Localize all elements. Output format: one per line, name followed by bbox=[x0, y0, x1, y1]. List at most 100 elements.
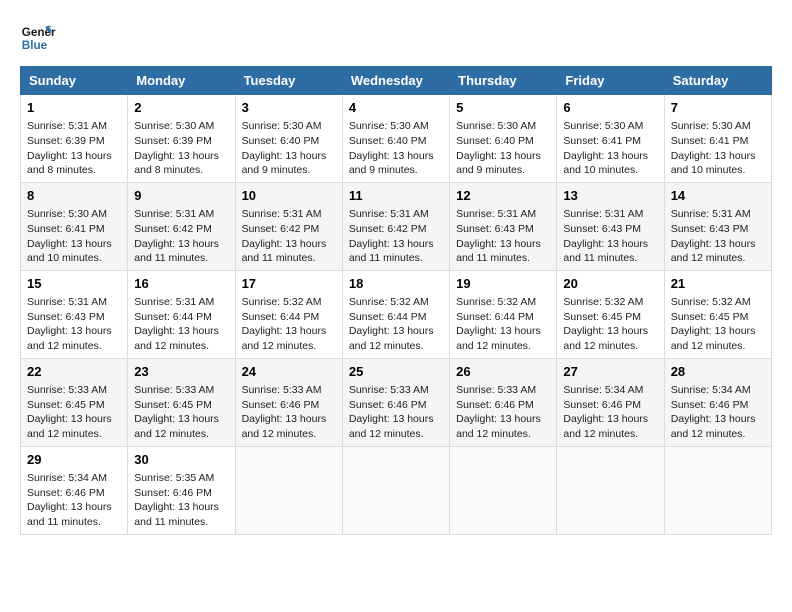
cell-info: Sunset: 6:46 PM bbox=[242, 398, 336, 413]
calendar-cell: 23Sunrise: 5:33 AMSunset: 6:45 PMDayligh… bbox=[128, 358, 235, 446]
calendar-cell: 6Sunrise: 5:30 AMSunset: 6:41 PMDaylight… bbox=[557, 95, 664, 183]
cell-info: Sunset: 6:45 PM bbox=[27, 398, 121, 413]
calendar-cell: 12Sunrise: 5:31 AMSunset: 6:43 PMDayligh… bbox=[450, 182, 557, 270]
cell-info: Sunrise: 5:30 AM bbox=[671, 119, 765, 134]
header-thursday: Thursday bbox=[450, 67, 557, 95]
cell-info: Sunrise: 5:31 AM bbox=[27, 295, 121, 310]
calendar-cell bbox=[664, 446, 771, 534]
cell-info: Sunrise: 5:33 AM bbox=[27, 383, 121, 398]
day-number: 5 bbox=[456, 99, 550, 117]
cell-info: Sunrise: 5:34 AM bbox=[671, 383, 765, 398]
calendar-cell: 5Sunrise: 5:30 AMSunset: 6:40 PMDaylight… bbox=[450, 95, 557, 183]
cell-info: and 10 minutes. bbox=[671, 163, 765, 178]
cell-info: and 12 minutes. bbox=[671, 251, 765, 266]
calendar-cell: 15Sunrise: 5:31 AMSunset: 6:43 PMDayligh… bbox=[21, 270, 128, 358]
cell-info: Sunrise: 5:33 AM bbox=[456, 383, 550, 398]
calendar-cell: 13Sunrise: 5:31 AMSunset: 6:43 PMDayligh… bbox=[557, 182, 664, 270]
cell-info: Sunset: 6:43 PM bbox=[563, 222, 657, 237]
cell-info: Sunset: 6:43 PM bbox=[671, 222, 765, 237]
cell-info: Sunset: 6:46 PM bbox=[27, 486, 121, 501]
cell-info: Sunset: 6:42 PM bbox=[134, 222, 228, 237]
cell-info: and 12 minutes. bbox=[242, 427, 336, 442]
cell-info: Daylight: 13 hours bbox=[134, 500, 228, 515]
cell-info: Daylight: 13 hours bbox=[27, 412, 121, 427]
day-number: 6 bbox=[563, 99, 657, 117]
day-number: 2 bbox=[134, 99, 228, 117]
cell-info: Sunrise: 5:35 AM bbox=[134, 471, 228, 486]
cell-info: and 12 minutes. bbox=[242, 339, 336, 354]
cell-info: Sunset: 6:41 PM bbox=[671, 134, 765, 149]
calendar-cell: 27Sunrise: 5:34 AMSunset: 6:46 PMDayligh… bbox=[557, 358, 664, 446]
cell-info: Sunset: 6:45 PM bbox=[134, 398, 228, 413]
calendar-cell: 29Sunrise: 5:34 AMSunset: 6:46 PMDayligh… bbox=[21, 446, 128, 534]
header-wednesday: Wednesday bbox=[342, 67, 449, 95]
cell-info: Sunrise: 5:31 AM bbox=[349, 207, 443, 222]
cell-info: Sunrise: 5:31 AM bbox=[242, 207, 336, 222]
cell-info: Sunset: 6:45 PM bbox=[563, 310, 657, 325]
cell-info: Daylight: 13 hours bbox=[456, 412, 550, 427]
cell-info: Daylight: 13 hours bbox=[242, 324, 336, 339]
cell-info: Daylight: 13 hours bbox=[27, 237, 121, 252]
cell-info: Sunset: 6:39 PM bbox=[27, 134, 121, 149]
cell-info: Sunrise: 5:33 AM bbox=[349, 383, 443, 398]
cell-info: Sunrise: 5:31 AM bbox=[134, 207, 228, 222]
cell-info: Sunrise: 5:30 AM bbox=[563, 119, 657, 134]
cell-info: Sunrise: 5:33 AM bbox=[134, 383, 228, 398]
calendar-cell: 21Sunrise: 5:32 AMSunset: 6:45 PMDayligh… bbox=[664, 270, 771, 358]
cell-info: Daylight: 13 hours bbox=[563, 324, 657, 339]
day-number: 28 bbox=[671, 363, 765, 381]
calendar-table: SundayMondayTuesdayWednesdayThursdayFrid… bbox=[20, 66, 772, 535]
cell-info: Sunset: 6:39 PM bbox=[134, 134, 228, 149]
cell-info: Daylight: 13 hours bbox=[27, 500, 121, 515]
header-monday: Monday bbox=[128, 67, 235, 95]
cell-info: Daylight: 13 hours bbox=[134, 237, 228, 252]
cell-info: Sunset: 6:46 PM bbox=[671, 398, 765, 413]
calendar-cell: 24Sunrise: 5:33 AMSunset: 6:46 PMDayligh… bbox=[235, 358, 342, 446]
day-number: 16 bbox=[134, 275, 228, 293]
day-number: 15 bbox=[27, 275, 121, 293]
calendar-cell: 8 Sunrise: 5:30 AMSunset: 6:41 PMDaylight… bbox=[21, 182, 128, 270]
cell-info: and 12 minutes. bbox=[671, 427, 765, 442]
day-number: 25 bbox=[349, 363, 443, 381]
cell-info: Sunset: 6:40 PM bbox=[456, 134, 550, 149]
cell-info: and 12 minutes. bbox=[134, 339, 228, 354]
day-number: 12 bbox=[456, 187, 550, 205]
day-number: 18 bbox=[349, 275, 443, 293]
week-row-5: 29Sunrise: 5:34 AMSunset: 6:46 PMDayligh… bbox=[21, 446, 772, 534]
day-number: 24 bbox=[242, 363, 336, 381]
calendar-cell: 2Sunrise: 5:30 AMSunset: 6:39 PMDaylight… bbox=[128, 95, 235, 183]
cell-info: Daylight: 13 hours bbox=[349, 237, 443, 252]
calendar-cell bbox=[235, 446, 342, 534]
cell-info: Sunrise: 5:30 AM bbox=[134, 119, 228, 134]
day-number: 20 bbox=[563, 275, 657, 293]
cell-info: Sunrise: 5:30 AM bbox=[349, 119, 443, 134]
cell-info: and 12 minutes. bbox=[27, 339, 121, 354]
cell-info: Sunset: 6:46 PM bbox=[349, 398, 443, 413]
calendar-cell: 7Sunrise: 5:30 AMSunset: 6:41 PMDaylight… bbox=[664, 95, 771, 183]
cell-info: Daylight: 13 hours bbox=[27, 324, 121, 339]
cell-info: Sunset: 6:45 PM bbox=[671, 310, 765, 325]
cell-info: Sunrise: 5:30 AM bbox=[242, 119, 336, 134]
calendar-cell bbox=[342, 446, 449, 534]
day-number: 3 bbox=[242, 99, 336, 117]
cell-info: Sunset: 6:43 PM bbox=[456, 222, 550, 237]
cell-info: Sunrise: 5:30 AM bbox=[27, 207, 121, 222]
day-number: 17 bbox=[242, 275, 336, 293]
calendar-cell: 17Sunrise: 5:32 AMSunset: 6:44 PMDayligh… bbox=[235, 270, 342, 358]
cell-info: Daylight: 13 hours bbox=[242, 237, 336, 252]
cell-info: Sunset: 6:41 PM bbox=[27, 222, 121, 237]
day-number: 10 bbox=[242, 187, 336, 205]
day-number: 23 bbox=[134, 363, 228, 381]
cell-info: Sunset: 6:46 PM bbox=[563, 398, 657, 413]
cell-info: Daylight: 13 hours bbox=[27, 149, 121, 164]
cell-info: Sunset: 6:44 PM bbox=[456, 310, 550, 325]
page-header: General Blue bbox=[20, 20, 772, 56]
cell-info: Sunset: 6:42 PM bbox=[349, 222, 443, 237]
week-row-1: 1Sunrise: 5:31 AMSunset: 6:39 PMDaylight… bbox=[21, 95, 772, 183]
day-number: 8 bbox=[27, 187, 121, 205]
day-number: 14 bbox=[671, 187, 765, 205]
cell-info: Sunrise: 5:32 AM bbox=[349, 295, 443, 310]
day-number: 11 bbox=[349, 187, 443, 205]
day-number: 21 bbox=[671, 275, 765, 293]
cell-info: Daylight: 13 hours bbox=[349, 324, 443, 339]
